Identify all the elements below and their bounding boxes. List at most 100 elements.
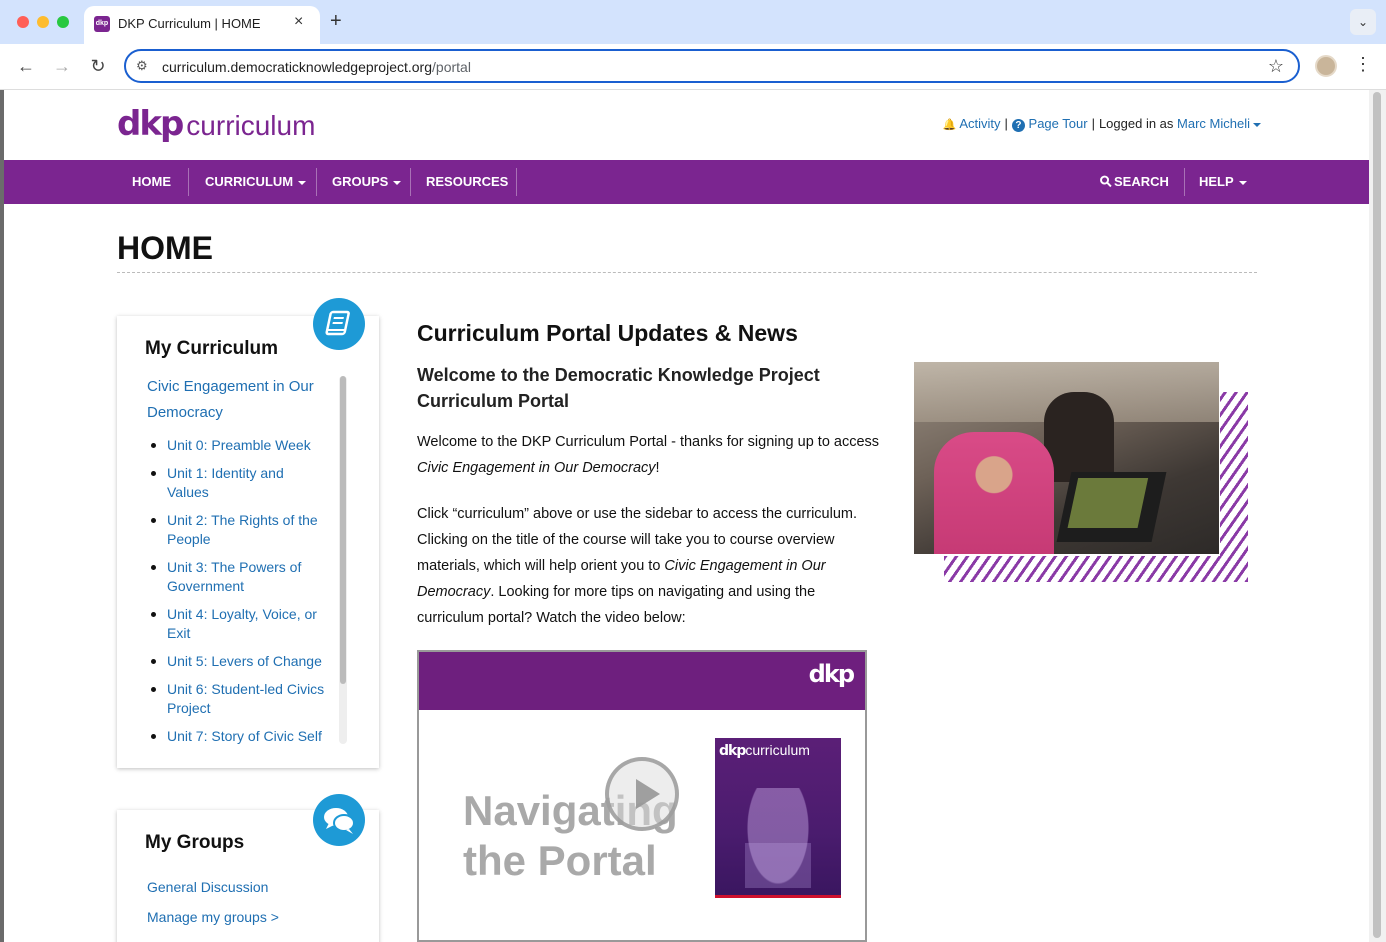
my-curriculum-title: My Curriculum — [145, 338, 279, 359]
chevron-down-icon — [1238, 180, 1247, 185]
bookmark-star-icon[interactable]: ☆ — [1268, 56, 1284, 77]
logo-curriculum: curriculum — [186, 110, 316, 141]
play-button-icon[interactable] — [605, 757, 679, 831]
manage-groups-link[interactable]: Manage my groups > — [147, 909, 279, 925]
profile-avatar[interactable] — [1315, 55, 1337, 77]
book-icon — [313, 298, 365, 350]
curriculum-booklet-image: dkpcurriculum — [715, 738, 841, 898]
activity-label: Activity — [959, 116, 1001, 131]
close-tab-icon[interactable]: × — [294, 13, 303, 31]
minimize-window-button[interactable] — [37, 16, 49, 28]
title-divider — [117, 272, 1257, 273]
booklet-logo: dkpcurriculum — [719, 742, 810, 759]
nav-groups[interactable]: GROUPS — [332, 160, 402, 204]
url-path: /portal — [432, 59, 471, 75]
page-scroll-thumb[interactable] — [1373, 92, 1381, 938]
welcome-text-end: ! — [655, 460, 660, 476]
tab-title: DKP Curriculum | HOME — [118, 16, 261, 31]
classroom-photo — [914, 362, 1219, 554]
url-text[interactable]: curriculum.democraticknowledgeproject.or… — [162, 59, 471, 75]
logo-dkp: dkp — [117, 104, 184, 144]
nav-divider — [516, 168, 517, 196]
unit-link[interactable]: Unit 7: Story of Civic Self — [147, 727, 327, 746]
my-groups-title: My Groups — [145, 832, 245, 853]
nav-curriculum[interactable]: CURRICULUM — [205, 160, 307, 204]
capitol-dome-image — [745, 788, 811, 888]
main-navbar: HOME CURRICULUM GROUPS RESOURCES ⚲SEARCH… — [4, 160, 1369, 204]
news-heading: Curriculum Portal Updates & News — [417, 320, 798, 346]
nav-home-label: HOME — [132, 174, 171, 189]
welcome-paragraph: Welcome to the DKP Curriculum Portal - t… — [417, 429, 887, 481]
tab-dkp-curriculum[interactable]: dkp DKP Curriculum | HOME × — [84, 6, 320, 44]
logged-in-label: Logged in as — [1098, 116, 1174, 131]
nav-divider — [188, 168, 189, 196]
nav-search[interactable]: ⚲SEARCH — [1096, 160, 1169, 204]
video-title: Navigating the Portal — [463, 787, 678, 884]
user-name: Marc Micheli — [1177, 116, 1250, 131]
unit-list: Unit 0: Preamble Week Unit 1: Identity a… — [147, 436, 327, 755]
nav-help[interactable]: HELP — [1199, 160, 1247, 204]
new-tab-button[interactable]: + — [330, 11, 342, 31]
reload-button[interactable]: ↻ — [86, 54, 110, 78]
sidebar-scrollbar[interactable] — [339, 376, 347, 744]
chat-bubbles-icon — [313, 794, 365, 846]
tab-strip: dkp DKP Curriculum | HOME × + ⌄ — [0, 0, 1386, 44]
unit-link[interactable]: Unit 4: Loyalty, Voice, or Exit — [147, 605, 327, 643]
nav-divider — [1184, 168, 1185, 196]
page-title: HOME — [117, 230, 213, 266]
forward-button[interactable]: → — [50, 54, 74, 78]
course-link[interactable]: Civic Engagement in Our Democracy — [147, 374, 327, 426]
nav-groups-label: GROUPS — [332, 174, 389, 189]
close-window-button[interactable] — [17, 16, 29, 28]
nav-curriculum-label: CURRICULUM — [205, 174, 294, 189]
nav-home[interactable]: HOME — [132, 160, 171, 204]
photo-laptop-screen — [1067, 478, 1149, 528]
unit-link[interactable]: Unit 1: Identity and Values — [147, 464, 327, 502]
separator: | — [1091, 116, 1095, 131]
course-name-emphasis: Civic Engagement in Our Democracy — [417, 460, 656, 476]
site-info-icon[interactable]: ⚙ — [136, 58, 148, 74]
browser-menu-icon[interactable]: ⋮ — [1354, 54, 1372, 75]
photo-student — [934, 432, 1054, 554]
nav-divider — [410, 168, 411, 196]
browser-toolbar: ← → ↻ ⚙ curriculum.democraticknowledgepr… — [0, 44, 1386, 90]
unit-link[interactable]: Unit 3: The Powers of Government — [147, 558, 327, 596]
instructions-paragraph: Click “curriculum” above or use the side… — [417, 501, 867, 631]
help-circle-icon: ? — [1011, 119, 1025, 132]
tutorial-video[interactable]: dkp Navigating the Portal dkpcurriculum — [417, 650, 867, 942]
unit-link[interactable]: Unit 6: Student-led Civics Project — [147, 680, 327, 718]
welcome-heading: Welcome to the Democratic Knowledge Proj… — [417, 365, 820, 411]
user-menu[interactable]: Marc Micheli — [1177, 116, 1261, 131]
page-scrollbar[interactable] — [1369, 90, 1386, 942]
back-button[interactable]: ← — [14, 54, 38, 78]
tab-search-button[interactable]: ⌄ — [1350, 9, 1376, 35]
unit-link[interactable]: Unit 5: Levers of Change — [147, 652, 327, 671]
sidebar-scroll-thumb[interactable] — [340, 376, 346, 684]
address-bar[interactable]: ⚙ curriculum.democraticknowledgeproject.… — [124, 49, 1300, 83]
maximize-window-button[interactable] — [57, 16, 69, 28]
general-discussion-link[interactable]: General Discussion — [147, 879, 268, 895]
url-host: curriculum.democraticknowledgeproject.or… — [162, 59, 433, 75]
my-curriculum-card: My Curriculum Civic Engagement in Our De… — [117, 298, 379, 768]
nav-search-label: SEARCH — [1114, 174, 1169, 189]
activity-link[interactable]: 🔔 Activity — [943, 116, 1001, 131]
chevron-down-icon — [298, 180, 307, 185]
video-header-bar: dkp — [419, 652, 865, 710]
video-dkp-logo: dkp — [808, 660, 855, 688]
dkp-curriculum-logo[interactable]: dkp curriculum — [117, 104, 315, 144]
unit-link[interactable]: Unit 2: The Rights of the People — [147, 511, 327, 549]
nav-resources-label: RESOURCES — [426, 174, 509, 189]
browser-chrome: dkp DKP Curriculum | HOME × + ⌄ ← → ↻ ⚙ … — [0, 0, 1386, 90]
web-page: dkp curriculum 🔔 Activity |? Page Tour | Log… — [4, 90, 1369, 942]
unit-link[interactable]: Unit 0: Preamble Week — [147, 436, 327, 455]
nav-help-label: HELP — [1199, 174, 1234, 189]
welcome-text: Welcome to the DKP Curriculum Portal - t… — [417, 434, 880, 450]
nav-divider — [316, 168, 317, 196]
dkp-favicon-icon: dkp — [94, 16, 110, 32]
page-tour-label: Page Tour — [1028, 116, 1088, 131]
booklet-logo-word: curriculum — [745, 742, 810, 758]
my-groups-card: My Groups General Discussion Manage my g… — [117, 794, 379, 942]
classroom-photo-block — [914, 362, 1250, 584]
page-tour-link[interactable]: ? Page Tour — [1011, 116, 1088, 132]
nav-resources[interactable]: RESOURCES — [426, 160, 508, 204]
